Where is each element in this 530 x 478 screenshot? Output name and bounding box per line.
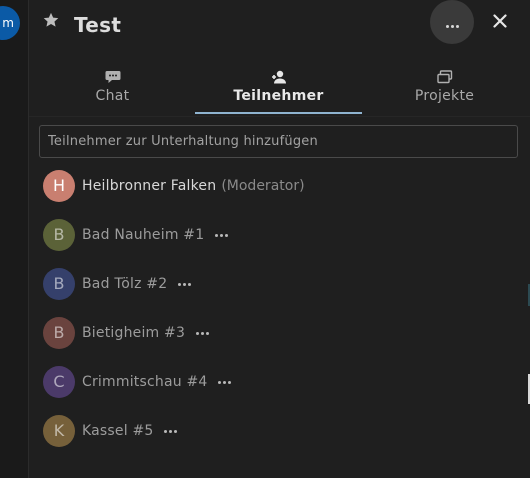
tab-bar: Chat Teilnehmer Projekte xyxy=(29,62,530,117)
participant-options-icon[interactable] xyxy=(213,227,229,243)
participant-avatar: B xyxy=(43,317,75,349)
more-options-button[interactable] xyxy=(430,0,474,44)
participant-options-icon[interactable] xyxy=(216,374,232,390)
left-navigation-strip: m xyxy=(0,0,29,478)
tab-projects-label: Projekte xyxy=(414,88,475,104)
participant-name: Crimmitschau #4 xyxy=(82,374,208,390)
user-avatar[interactable]: m xyxy=(0,6,20,40)
participant-options-icon[interactable] xyxy=(194,325,210,341)
star-icon[interactable] xyxy=(42,11,60,29)
participant-avatar: C xyxy=(43,366,75,398)
participants-icon xyxy=(271,70,286,84)
tab-participants[interactable]: Teilnehmer xyxy=(195,62,362,114)
tab-participants-label: Teilnehmer xyxy=(233,88,324,104)
conversation-title: Test xyxy=(74,13,122,37)
close-button[interactable] xyxy=(489,10,511,32)
participant-name: Bad Nauheim #1 xyxy=(82,227,205,243)
projects-icon xyxy=(436,70,452,84)
app-window: m Test Chat Teilnehmer Projekte Teilnehm… xyxy=(0,0,530,478)
participant-row[interactable]: K Kassel #5 xyxy=(43,414,179,448)
participant-name: Kassel #5 xyxy=(82,423,154,439)
chat-bubble-icon xyxy=(105,71,120,83)
tab-chat-label: Chat xyxy=(95,88,130,104)
participant-avatar: K xyxy=(43,415,75,447)
participant-role: (Moderator) xyxy=(221,178,305,194)
participant-avatar: H xyxy=(43,170,75,202)
participant-row[interactable]: B Bietigheim #3 xyxy=(43,316,210,350)
participant-row[interactable]: B Bad Nauheim #1 xyxy=(43,218,229,252)
conversation-sidebar: Test Chat Teilnehmer Projekte Teilnehmer… xyxy=(29,0,530,478)
sidebar-header: Test xyxy=(29,0,530,54)
participant-row[interactable]: B Bad Tölz #2 xyxy=(43,267,192,301)
participant-row[interactable]: H Heilbronner Falken (Moderator) xyxy=(43,169,305,203)
participant-name: Heilbronner Falken xyxy=(82,178,217,194)
tab-chat[interactable]: Chat xyxy=(29,62,196,114)
ellipsis-icon xyxy=(445,13,460,32)
participant-name: Bad Tölz #2 xyxy=(82,276,168,292)
participant-row[interactable]: C Crimmitschau #4 xyxy=(43,365,232,399)
participant-name: Bietigheim #3 xyxy=(82,325,186,341)
add-participant-input[interactable] xyxy=(39,125,518,158)
participant-options-icon[interactable] xyxy=(176,276,192,292)
tab-projects[interactable]: Projekte xyxy=(361,62,528,114)
close-icon xyxy=(493,14,507,28)
participant-avatar: B xyxy=(43,219,75,251)
participant-options-icon[interactable] xyxy=(163,423,179,439)
participant-avatar: B xyxy=(43,268,75,300)
